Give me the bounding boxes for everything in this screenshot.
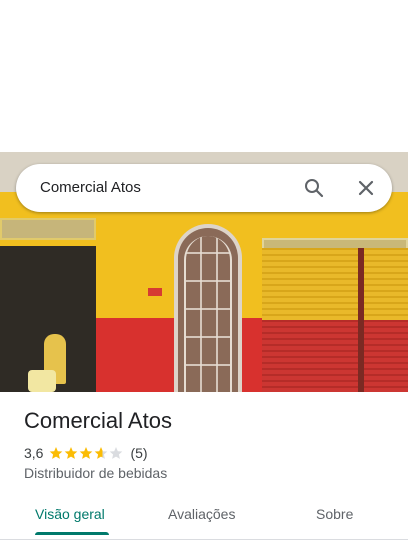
place-title: Comercial Atos [24, 408, 172, 433]
photo-doorway [0, 246, 96, 392]
photo-arched-gate [174, 224, 242, 392]
photo-shutter-divider [358, 248, 364, 392]
star-icon [80, 447, 93, 459]
tab-overview[interactable]: Visão geral [35, 506, 105, 522]
active-tab-indicator [35, 532, 109, 535]
rating-row[interactable]: 3,6 (5) [24, 444, 148, 462]
search-icon[interactable] [302, 176, 326, 200]
star-icon [110, 447, 123, 459]
photo-chair [28, 370, 56, 392]
photo-gate-bars [184, 236, 232, 392]
star-icon [65, 447, 78, 459]
tab-about[interactable]: Sobre [316, 506, 353, 522]
tab-bar: Visão geral Avaliações Sobre [0, 498, 408, 538]
rating-value: 3,6 [24, 445, 44, 461]
photo-sign [148, 288, 162, 296]
photo-window [0, 218, 96, 240]
search-bar[interactable]: Comercial Atos [16, 164, 392, 212]
divider [0, 539, 408, 540]
star-icon [95, 447, 108, 459]
place-category[interactable]: Distribuidor de bebidas [24, 465, 167, 481]
review-count[interactable]: (5) [130, 445, 147, 461]
search-query[interactable]: Comercial Atos [40, 179, 141, 196]
tab-reviews[interactable]: Avaliações [168, 506, 235, 522]
star-icon [50, 447, 63, 459]
photo-rolling-shutter [262, 248, 408, 392]
rating-stars [49, 446, 124, 460]
photo-shutter-lower [262, 320, 408, 392]
close-icon[interactable] [354, 176, 378, 200]
